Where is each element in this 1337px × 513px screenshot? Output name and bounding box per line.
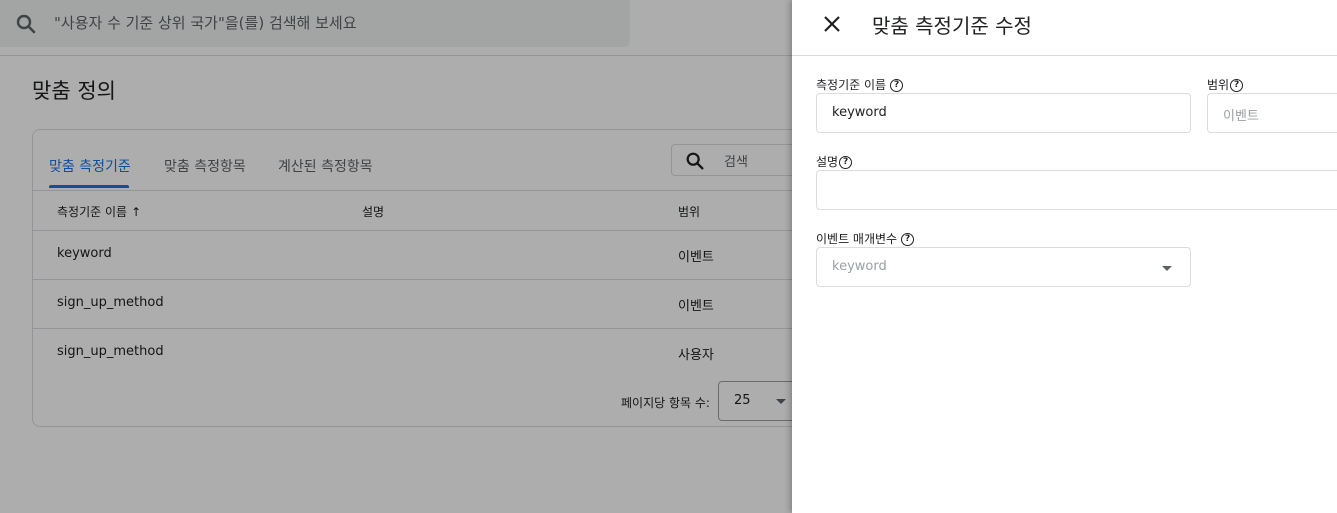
description-label: 설명? [816, 153, 853, 170]
panel-title: 맞춤 측정기준 수정 [872, 14, 1032, 38]
help-icon[interactable]: ? [839, 156, 853, 169]
scope-label-text: 범위 [1207, 78, 1230, 92]
event-parameter-label: 이벤트 매개변수? [816, 230, 915, 247]
close-icon[interactable] [820, 12, 844, 36]
description-label-text: 설명 [816, 155, 839, 169]
modal-scrim[interactable] [0, 0, 792, 513]
help-icon[interactable]: ? [890, 79, 904, 92]
event-parameter-select[interactable]: keyword [816, 247, 1191, 287]
event-parameter-label-text: 이벤트 매개변수 [816, 232, 898, 246]
help-icon[interactable]: ? [901, 233, 915, 246]
panel-header-divider [792, 55, 1337, 56]
dimension-name-label-text: 측정기준 이름 [816, 78, 887, 92]
scope-value: 이벤트 [1223, 109, 1259, 124]
edit-dimension-panel: 맞춤 측정기준 수정 측정기준 이름? keyword 범위? 이벤트 설명? … [792, 0, 1337, 513]
dimension-name-label: 측정기준 이름? [816, 76, 904, 93]
dimension-name-input[interactable]: keyword [816, 93, 1191, 133]
help-icon[interactable]: ? [1230, 79, 1244, 92]
event-parameter-value: keyword [832, 259, 887, 274]
chevron-down-icon [1162, 266, 1172, 271]
description-input[interactable] [816, 170, 1337, 210]
scope-select[interactable]: 이벤트 [1207, 93, 1337, 133]
scope-label: 범위? [1207, 76, 1244, 93]
dimension-name-value: keyword [832, 105, 887, 120]
